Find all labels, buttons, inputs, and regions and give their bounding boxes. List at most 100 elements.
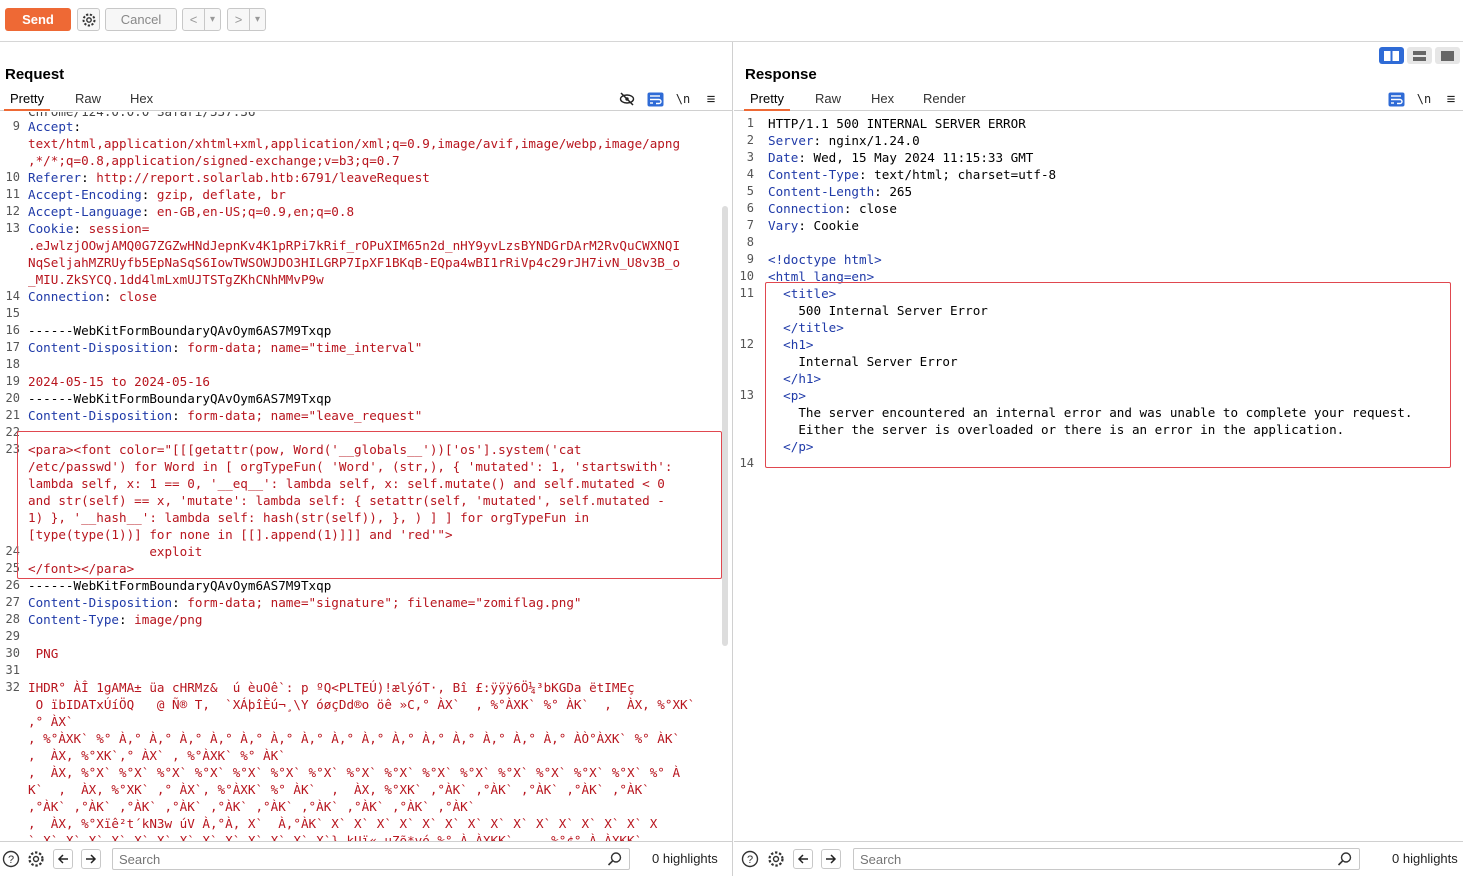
- request-tabs: Pretty Raw Hex \n ≡: [0, 90, 732, 111]
- back-dropdown-button[interactable]: ▾: [205, 9, 220, 30]
- response-search[interactable]: [853, 848, 1360, 870]
- code-line: 6 Connection: close: [734, 200, 1463, 217]
- menu-icon[interactable]: ≡: [701, 90, 721, 108]
- line-text: <p>: [768, 388, 806, 403]
- code-line: 1 HTTP/1.1 500 INTERNAL SERVER ERROR: [734, 115, 1463, 132]
- line-text: K` , ÀX, %°XK` ,° ÀX`, %°ÀXK` %° ÀK` , À…: [28, 782, 650, 797]
- arrow-right-icon: [826, 854, 837, 864]
- line-number: 26: [5, 578, 20, 592]
- code-line: 13 <p>: [734, 387, 1463, 404]
- line-text: <title>: [768, 286, 837, 301]
- line-number: 12: [739, 337, 754, 351]
- hide-nonprintable-icon[interactable]: [617, 90, 637, 108]
- tab-raw[interactable]: Raw: [69, 91, 107, 111]
- forward-dropdown-button[interactable]: ▾: [250, 9, 265, 30]
- line-text: text/html,application/xhtml+xml,applicat…: [28, 136, 681, 151]
- line-text: Content-Length: 265: [768, 184, 913, 199]
- layout-stacked-button[interactable]: [1407, 47, 1432, 64]
- line-text: Date: Wed, 15 May 2024 11:15:33 GMT: [768, 150, 1034, 165]
- arrow-right-icon: [86, 854, 97, 864]
- tab-render[interactable]: Render: [917, 91, 972, 111]
- line-number: 32: [5, 680, 20, 694]
- gear-icon[interactable]: [26, 849, 46, 869]
- code-line: 18: [0, 356, 732, 373]
- line-number: 14: [5, 289, 20, 303]
- next-match-button[interactable]: [821, 849, 841, 869]
- code-line: 26 ------WebKitFormBoundaryQAvOym6AS7M9Tx…: [0, 577, 732, 594]
- line-number: 2: [746, 133, 754, 147]
- back-button[interactable]: <: [183, 9, 205, 30]
- code-line: 12 Accept-Language: en-GB,en-US;q=0.9,en;…: [0, 203, 732, 220]
- code-line: 24 exploit: [0, 543, 732, 560]
- help-icon[interactable]: ?: [740, 849, 760, 869]
- request-search[interactable]: [112, 848, 630, 870]
- line-number: 31: [5, 663, 20, 677]
- line-number: 11: [5, 187, 20, 201]
- cancel-button[interactable]: Cancel: [105, 8, 177, 31]
- code-line: 23 <para><font color="[[[getattr(pow, Wor…: [0, 441, 732, 458]
- gear-icon: [82, 13, 95, 26]
- wrap-lines-icon[interactable]: [1386, 90, 1406, 108]
- code-line: lambda self, x: 1 == 0, '__eq__': lambda…: [0, 475, 732, 492]
- code-line: 500 Internal Server Error: [734, 302, 1463, 319]
- code-line: 17 Content-Disposition: form-data; name="…: [0, 339, 732, 356]
- code-line: 29: [0, 628, 732, 645]
- line-number: 3: [746, 150, 754, 164]
- send-button[interactable]: Send: [5, 8, 71, 31]
- layout-tabs-button[interactable]: [1435, 47, 1460, 64]
- request-editor[interactable]: Chrome/124.0.0.0 Safari/537.36 9Accept:t…: [0, 112, 732, 841]
- search-icon: [1337, 852, 1352, 866]
- request-search-input[interactable]: [119, 851, 607, 867]
- line-text: 1) }, '__hash__': lambda self: hash(str(…: [28, 510, 590, 525]
- tab-pretty[interactable]: Pretty: [744, 91, 790, 111]
- response-search-input[interactable]: [860, 851, 1337, 867]
- prev-match-button[interactable]: [53, 849, 73, 869]
- line-text: .eJwlzjOOwjAMQ0G7ZGZwHNdJepnKv4K1pRPi7kR…: [28, 238, 681, 253]
- line-text: The server encountered an internal error…: [768, 405, 1413, 420]
- line-text: Server: nginx/1.24.0: [768, 133, 920, 148]
- code-line: 5 Content-Length: 265: [734, 183, 1463, 200]
- line-text: ` X` X` X` X` X` X` X` X` X` X` X` X` X`…: [28, 833, 643, 841]
- settings-button[interactable]: [77, 8, 100, 31]
- line-number: 1: [746, 116, 754, 130]
- line-text: lambda self, x: 1 == 0, '__eq__': lambda…: [28, 476, 665, 491]
- request-scrollbar[interactable]: [722, 206, 728, 646]
- line-text: 2024-05-15 to 2024-05-16: [28, 374, 210, 389]
- code-line: </h1>: [734, 370, 1463, 387]
- line-text: Accept:: [28, 119, 82, 134]
- line-text: ,*/*;q=0.8,application/signed-exchange;v…: [28, 153, 400, 168]
- tab-raw[interactable]: Raw: [809, 91, 847, 111]
- response-panel: Response Pretty Raw Hex Render \n ≡ 1 HTT…: [734, 42, 1463, 876]
- line-text: Content-Type: image/png: [28, 612, 203, 627]
- wrap-lines-icon[interactable]: [645, 90, 665, 108]
- tab-pretty[interactable]: Pretty: [4, 91, 50, 111]
- response-editor[interactable]: 1 HTTP/1.1 500 INTERNAL SERVER ERROR 2 Serv…: [734, 112, 1463, 841]
- line-text: ------WebKitFormBoundaryQAvOym6AS7M9Txqp: [28, 323, 332, 338]
- code-line: , %°ÀXK` %° À,° À,° À,° À,° À,° À,° À,° …: [0, 730, 732, 747]
- gear-icon[interactable]: [766, 849, 786, 869]
- line-number: 21: [5, 408, 20, 422]
- help-icon[interactable]: ?: [1, 849, 21, 869]
- line-text: Accept-Encoding: gzip, deflate, br: [28, 187, 286, 202]
- line-text: Content-Disposition: form-data; name="si…: [28, 595, 582, 610]
- tab-hex[interactable]: Hex: [865, 91, 900, 111]
- newline-toggle-icon[interactable]: \n: [673, 90, 693, 108]
- code-line: NqSeljahMZRUyfb5EpNaSqS6IowTWSOWJDO3HILG…: [0, 254, 732, 271]
- line-number: 25: [5, 561, 20, 575]
- line-text: , ÀX, %°X` %°X` %°X` %°X` %°X` %°X` %°X`…: [28, 765, 681, 780]
- code-line: 14: [734, 455, 1463, 472]
- line-number: 10: [739, 269, 754, 283]
- code-line: 30 PNG: [0, 645, 732, 662]
- newline-toggle-icon[interactable]: \n: [1414, 90, 1434, 108]
- tab-hex[interactable]: Hex: [124, 91, 159, 111]
- line-number: 28: [5, 612, 20, 626]
- line-text: Accept-Language: en-GB,en-US;q=0.9,en;q=…: [28, 204, 355, 219]
- forward-button[interactable]: >: [228, 9, 250, 30]
- menu-icon[interactable]: ≡: [1441, 90, 1461, 108]
- line-number: 13: [5, 221, 20, 235]
- next-match-button[interactable]: [81, 849, 101, 869]
- code-line: and str(self) == x, 'mutate': lambda sel…: [0, 492, 732, 509]
- line-text: , %°ÀXK` %° À,° À,° À,° À,° À,° À,° À,° …: [28, 731, 681, 746]
- layout-side-by-side-button[interactable]: [1379, 47, 1404, 64]
- prev-match-button[interactable]: [793, 849, 813, 869]
